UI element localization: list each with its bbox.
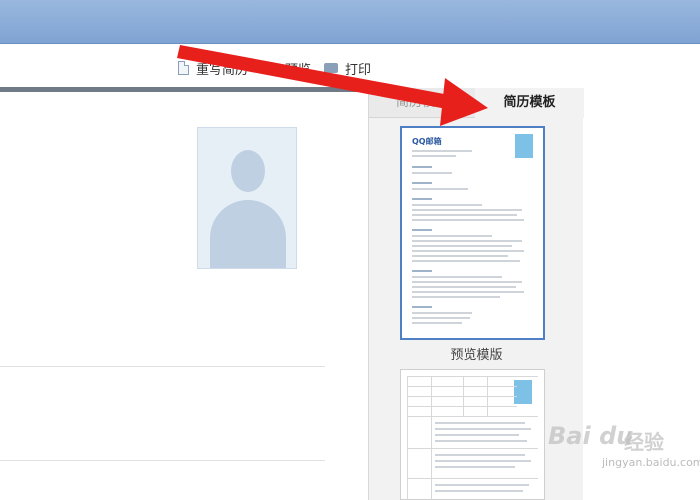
sidebar-tabs: 简历模板 简历模板 <box>369 88 584 118</box>
editor-header-divider <box>0 87 368 92</box>
avatar-head-silhouette <box>231 150 265 192</box>
window-title-bar <box>0 0 700 44</box>
form-divider <box>0 366 325 367</box>
tab-my-resume[interactable]: 简历模板 <box>369 88 475 118</box>
document-icon <box>178 61 189 75</box>
watermark: Bai du 经验 jingyan.baidu.com <box>548 412 700 482</box>
printer-icon <box>324 63 338 73</box>
print-label: 打印 <box>345 62 372 78</box>
rewrite-resume-button[interactable]: 重写简历 <box>178 59 249 78</box>
profile-photo-placeholder[interactable] <box>197 127 297 269</box>
avatar-body-silhouette <box>210 200 286 268</box>
tab-resume-templates[interactable]: 简历模板 <box>475 88 584 118</box>
eye-icon <box>262 63 278 73</box>
template-title: QQ邮箱 <box>412 137 442 146</box>
template-thumbnail-1[interactable]: QQ邮箱 <box>400 126 545 340</box>
preview-label: 预览 <box>285 62 312 78</box>
preview-button[interactable]: 预览 <box>262 59 312 78</box>
watermark-text: 经验 <box>624 430 664 454</box>
watermark-logo: Bai du <box>548 422 634 450</box>
template-photo <box>514 380 532 404</box>
toolbar: 重写简历 预览 打印 <box>0 44 700 88</box>
watermark-url: jingyan.baidu.com <box>602 456 700 469</box>
form-divider <box>0 460 325 461</box>
print-button[interactable]: 打印 <box>324 59 372 78</box>
rewrite-resume-label: 重写简历 <box>196 62 249 78</box>
template-thumbnail-2[interactable] <box>400 369 545 500</box>
preview-template-link[interactable]: 预览模版 <box>369 344 584 363</box>
template-photo <box>515 134 533 158</box>
